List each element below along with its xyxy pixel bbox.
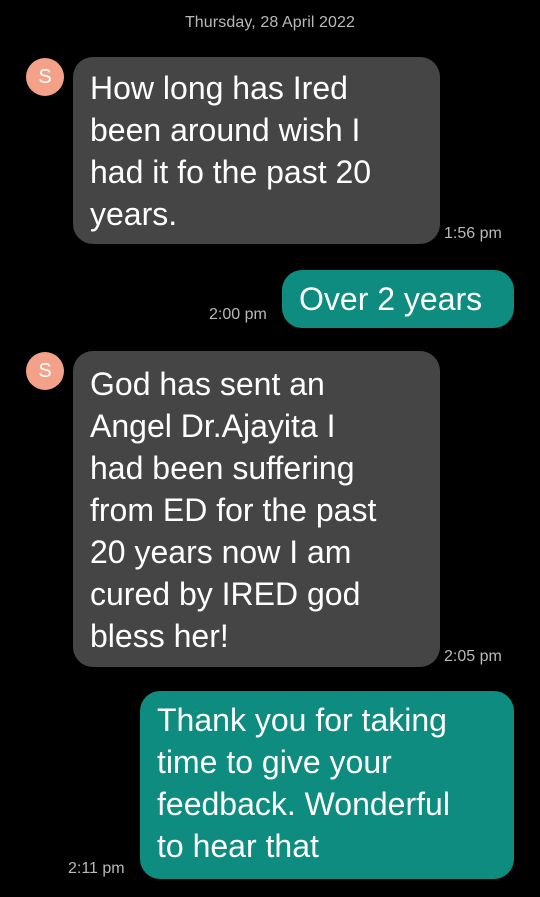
date-divider: Thursday, 28 April 2022 xyxy=(184,14,356,31)
message-timestamp: 2:00 pm xyxy=(209,306,267,323)
outgoing-message-bubble[interactable]: Thank you for taking time to give your f… xyxy=(140,691,514,879)
outgoing-message-bubble[interactable]: Over 2 years xyxy=(282,270,514,328)
incoming-message-bubble[interactable]: How long has Ired been around wish I had… xyxy=(73,57,440,244)
sender-avatar[interactable]: S xyxy=(26,58,64,96)
message-timestamp: 2:05 pm xyxy=(444,648,502,665)
sender-avatar[interactable]: S xyxy=(26,352,64,390)
incoming-message-bubble[interactable]: God has sent an Angel Dr.Ajayita I had b… xyxy=(73,351,440,667)
message-timestamp: 1:56 pm xyxy=(444,225,502,242)
message-timestamp: 2:11 pm xyxy=(68,860,125,877)
